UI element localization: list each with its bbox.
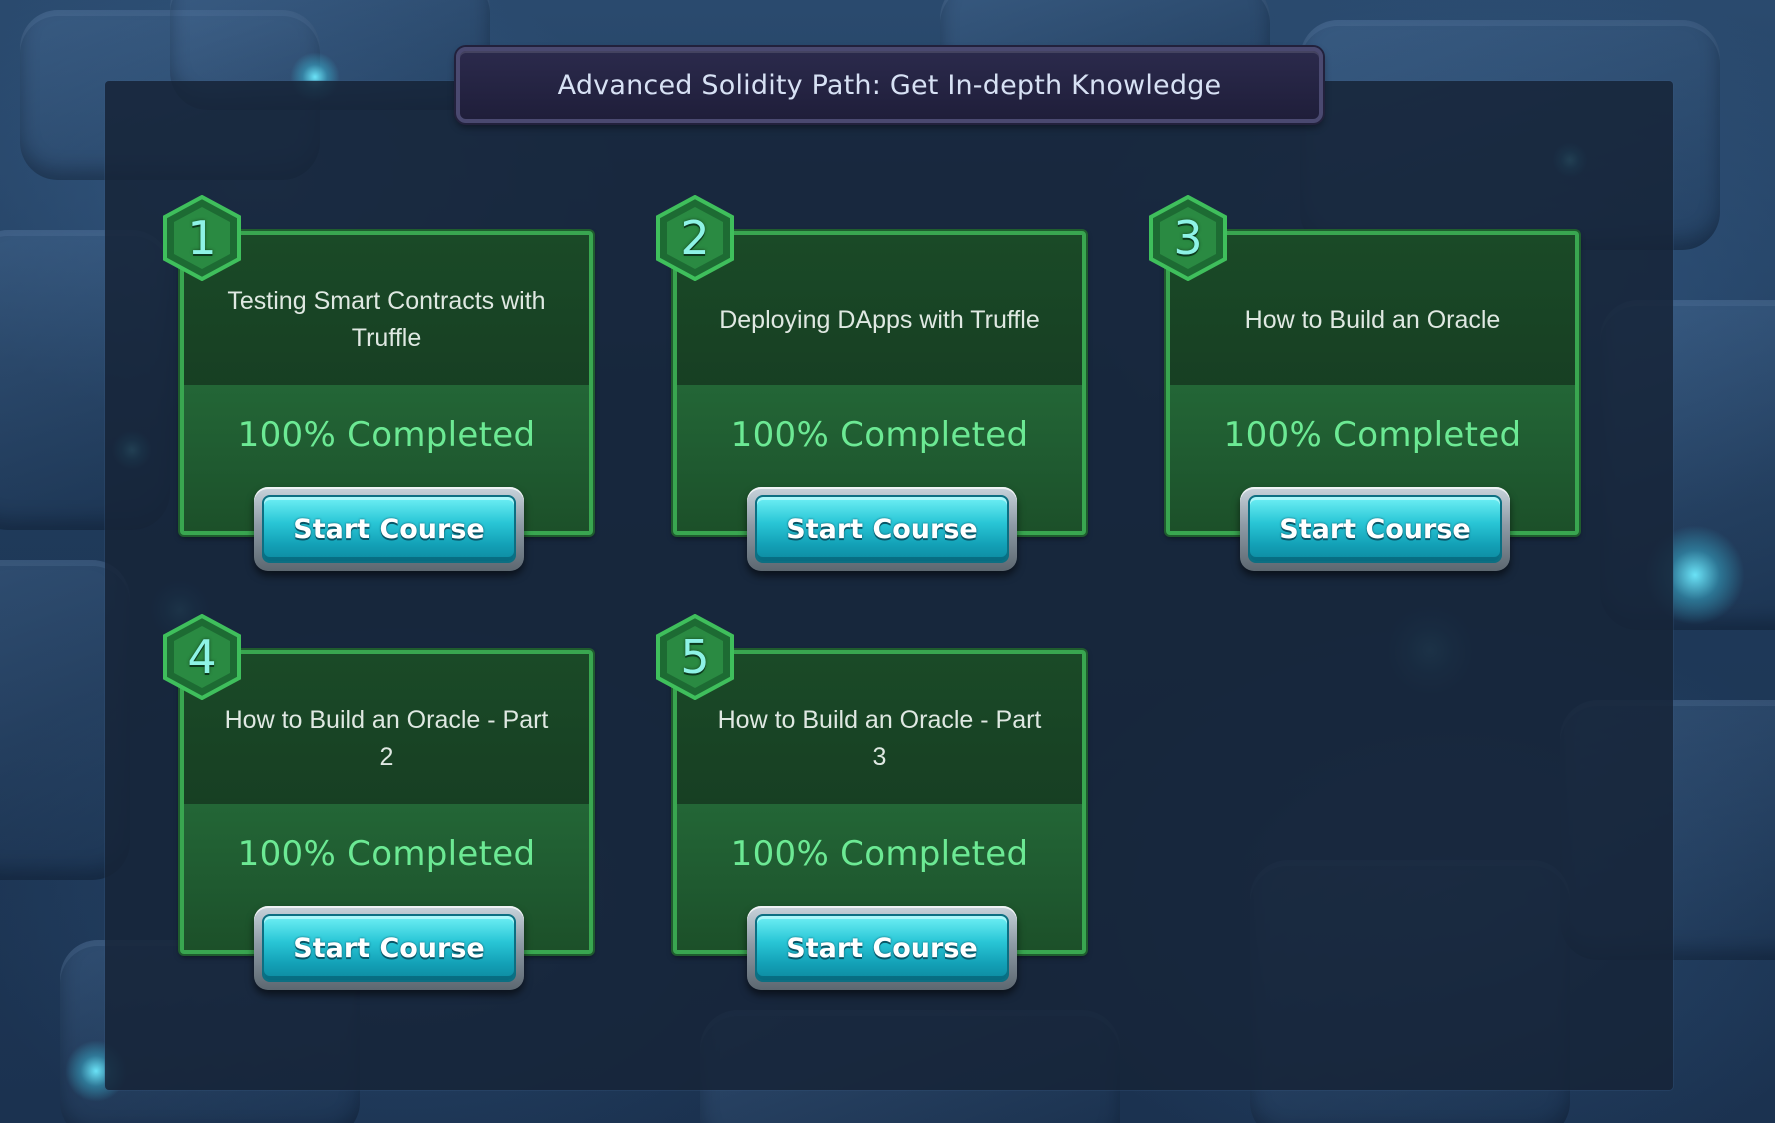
course-card-header: How to Build an Oracle [1170, 235, 1575, 385]
start-course-button[interactable]: Start Course [747, 906, 1017, 990]
course-progress: 100% Completed [730, 834, 1029, 874]
hexagon-badge-icon: 2 [655, 195, 735, 281]
course-number: 5 [680, 630, 710, 684]
course-card: Deploying DApps with Truffle 100% Comple… [656, 195, 1086, 571]
hexagon-badge-icon: 3 [1148, 195, 1228, 281]
hexagon-badge-icon: 1 [162, 195, 242, 281]
start-course-label: Start Course [1248, 495, 1502, 563]
course-title: Testing Smart Contracts with Truffle [227, 287, 546, 352]
course-number: 1 [187, 211, 217, 265]
course-number: 3 [1173, 211, 1203, 265]
start-course-label: Start Course [262, 914, 516, 982]
course-progress: 100% Completed [237, 415, 536, 455]
start-course-label: Start Course [262, 495, 516, 563]
start-course-label: Start Course [755, 495, 1009, 563]
course-progress: 100% Completed [237, 834, 536, 874]
path-title-banner: Advanced Solidity Path: Get In-depth Kno… [456, 47, 1323, 123]
course-card: How to Build an Oracle 100% Completed 3 … [1149, 195, 1579, 571]
course-card: How to Build an Oracle - Part 3 100% Com… [656, 614, 1086, 990]
course-progress: 100% Completed [730, 415, 1029, 455]
course-title: Deploying DApps with Truffle [719, 305, 1040, 334]
course-number: 4 [187, 630, 217, 684]
course-title: How to Build an Oracle - Part 3 [717, 706, 1042, 771]
start-course-button[interactable]: Start Course [1240, 487, 1510, 571]
path-title: Advanced Solidity Path: Get In-depth Kno… [557, 69, 1222, 101]
hexagon-badge-icon: 5 [655, 614, 735, 700]
start-course-label: Start Course [755, 914, 1009, 982]
course-card-header: Testing Smart Contracts with Truffle [184, 235, 589, 385]
course-card: Testing Smart Contracts with Truffle 100… [163, 195, 593, 571]
hexagon-badge-icon: 4 [162, 614, 242, 700]
course-card: How to Build an Oracle - Part 2 100% Com… [163, 614, 593, 990]
course-progress: 100% Completed [1223, 415, 1522, 455]
course-number: 2 [680, 211, 710, 265]
course-title: How to Build an Oracle [1244, 305, 1501, 334]
start-course-button[interactable]: Start Course [254, 487, 524, 571]
start-course-button[interactable]: Start Course [747, 487, 1017, 571]
course-title: How to Build an Oracle - Part 2 [224, 706, 549, 771]
course-card-header: Deploying DApps with Truffle [677, 235, 1082, 385]
course-card-header: How to Build an Oracle - Part 2 [184, 654, 589, 804]
start-course-button[interactable]: Start Course [254, 906, 524, 990]
course-card-header: How to Build an Oracle - Part 3 [677, 654, 1082, 804]
